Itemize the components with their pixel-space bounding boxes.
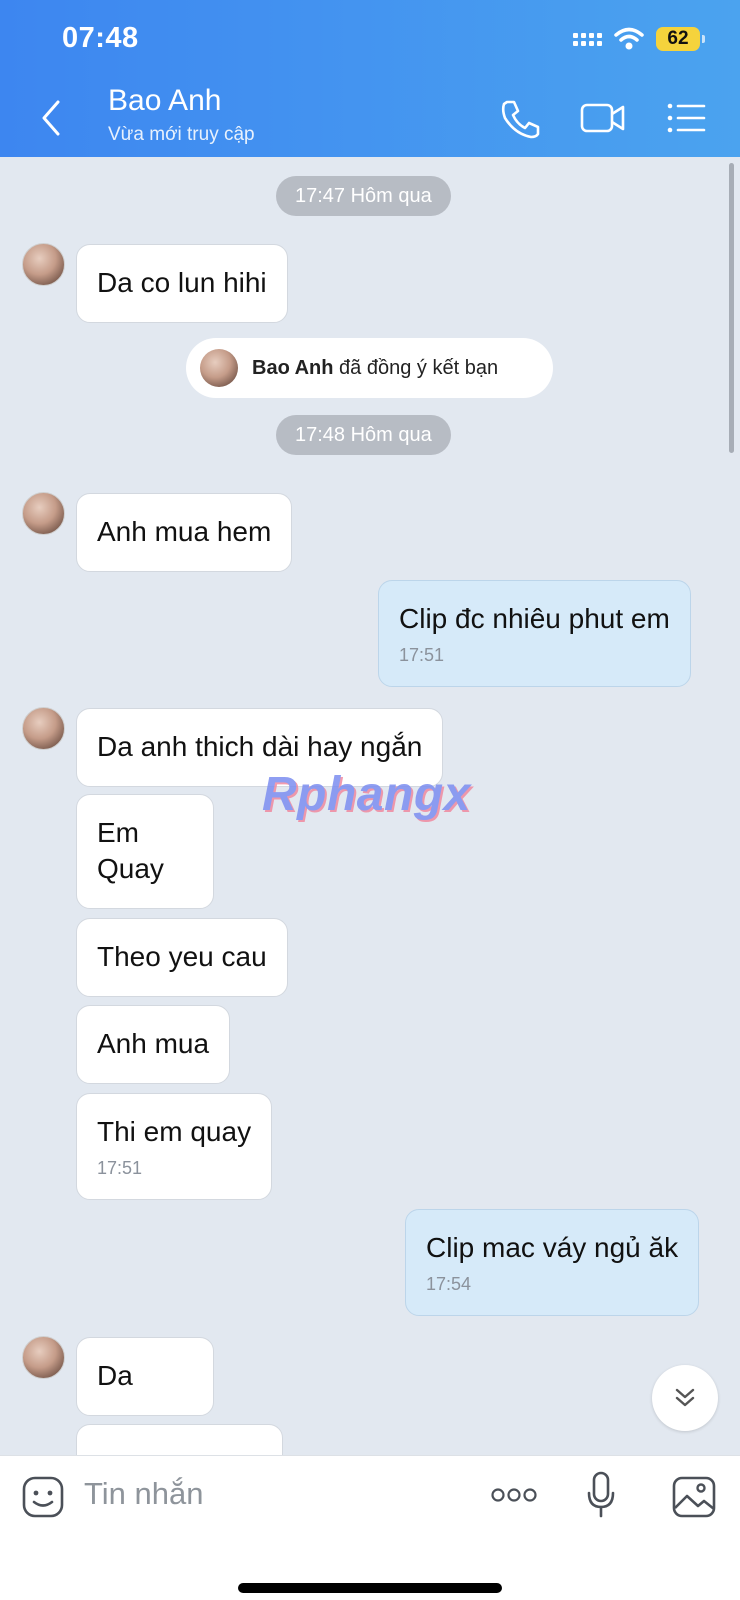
- watermark: Rphangx: [262, 768, 471, 821]
- system-event-text: đã đồng ý kết bạn: [339, 356, 499, 379]
- chat-header: 07:48 62 Bao Anh Vừa mới truy cập: [0, 0, 740, 157]
- friend-accepted-notice: Bao Anh đã đồng ý kết bạn: [186, 338, 553, 398]
- scrollbar[interactable]: [729, 163, 734, 453]
- video-call-icon[interactable]: [580, 96, 626, 140]
- message-time: 17:51: [399, 645, 445, 665]
- message-bubble[interactable]: Em Quay: [76, 794, 214, 909]
- scroll-to-bottom-button[interactable]: [652, 1365, 718, 1431]
- list-menu-icon[interactable]: [664, 96, 710, 140]
- message-bubble[interactable]: Thi em quay 17:51: [76, 1093, 273, 1200]
- avatar[interactable]: [22, 243, 65, 286]
- double-chevron-down-icon: [675, 1388, 695, 1407]
- system-contact-name: Bao Anh: [252, 356, 334, 379]
- time-separator: 17:47 Hôm qua: [276, 176, 451, 216]
- contact-name[interactable]: Bao Anh: [108, 84, 221, 118]
- message-bubble-partial[interactable]: [76, 1424, 283, 1455]
- avatar[interactable]: [22, 492, 65, 535]
- message-input-bar: Tin nhắn: [0, 1455, 740, 1600]
- my-message-bubble[interactable]: Clip mac váy ngủ ăk 17:54: [405, 1209, 700, 1316]
- message-input[interactable]: Tin nhắn: [84, 1476, 204, 1512]
- time-separator: 17:48 Hôm qua: [276, 415, 451, 455]
- message-bubble[interactable]: Da co lun hihi: [76, 244, 288, 323]
- battery-icon: 62: [656, 27, 705, 51]
- message-bubble[interactable]: Da: [76, 1337, 214, 1416]
- cellular-signal-icon: [573, 32, 602, 46]
- avatar[interactable]: [22, 707, 65, 750]
- message-bubble[interactable]: Anh mua: [76, 1005, 231, 1084]
- avatar[interactable]: [22, 1336, 65, 1379]
- sticker-icon[interactable]: [22, 1476, 64, 1518]
- my-message-bubble[interactable]: Clip đc nhiêu phut em 17:51: [378, 580, 691, 687]
- home-indicator[interactable]: [238, 1583, 502, 1593]
- more-options-icon[interactable]: [490, 1487, 538, 1503]
- status-time: 07:48: [62, 22, 139, 54]
- image-gallery-icon[interactable]: [672, 1476, 716, 1518]
- avatar: [200, 349, 238, 387]
- back-arrow-icon[interactable]: [36, 98, 66, 138]
- wifi-icon: [614, 27, 644, 50]
- status-icons: 62: [573, 26, 705, 52]
- message-time: 17:51: [97, 1158, 143, 1178]
- message-time: 17:54: [426, 1274, 472, 1294]
- microphone-icon[interactable]: [586, 1471, 616, 1519]
- chat-area[interactable]: 17:47 Hôm qua Da co lun hihi Bao Anh đã …: [0, 157, 740, 1455]
- message-bubble[interactable]: Theo yeu cau: [76, 918, 288, 997]
- message-bubble[interactable]: Anh mua hem: [76, 493, 293, 572]
- phone-call-icon[interactable]: [498, 96, 544, 140]
- contact-status: Vừa mới truy cập: [108, 124, 255, 145]
